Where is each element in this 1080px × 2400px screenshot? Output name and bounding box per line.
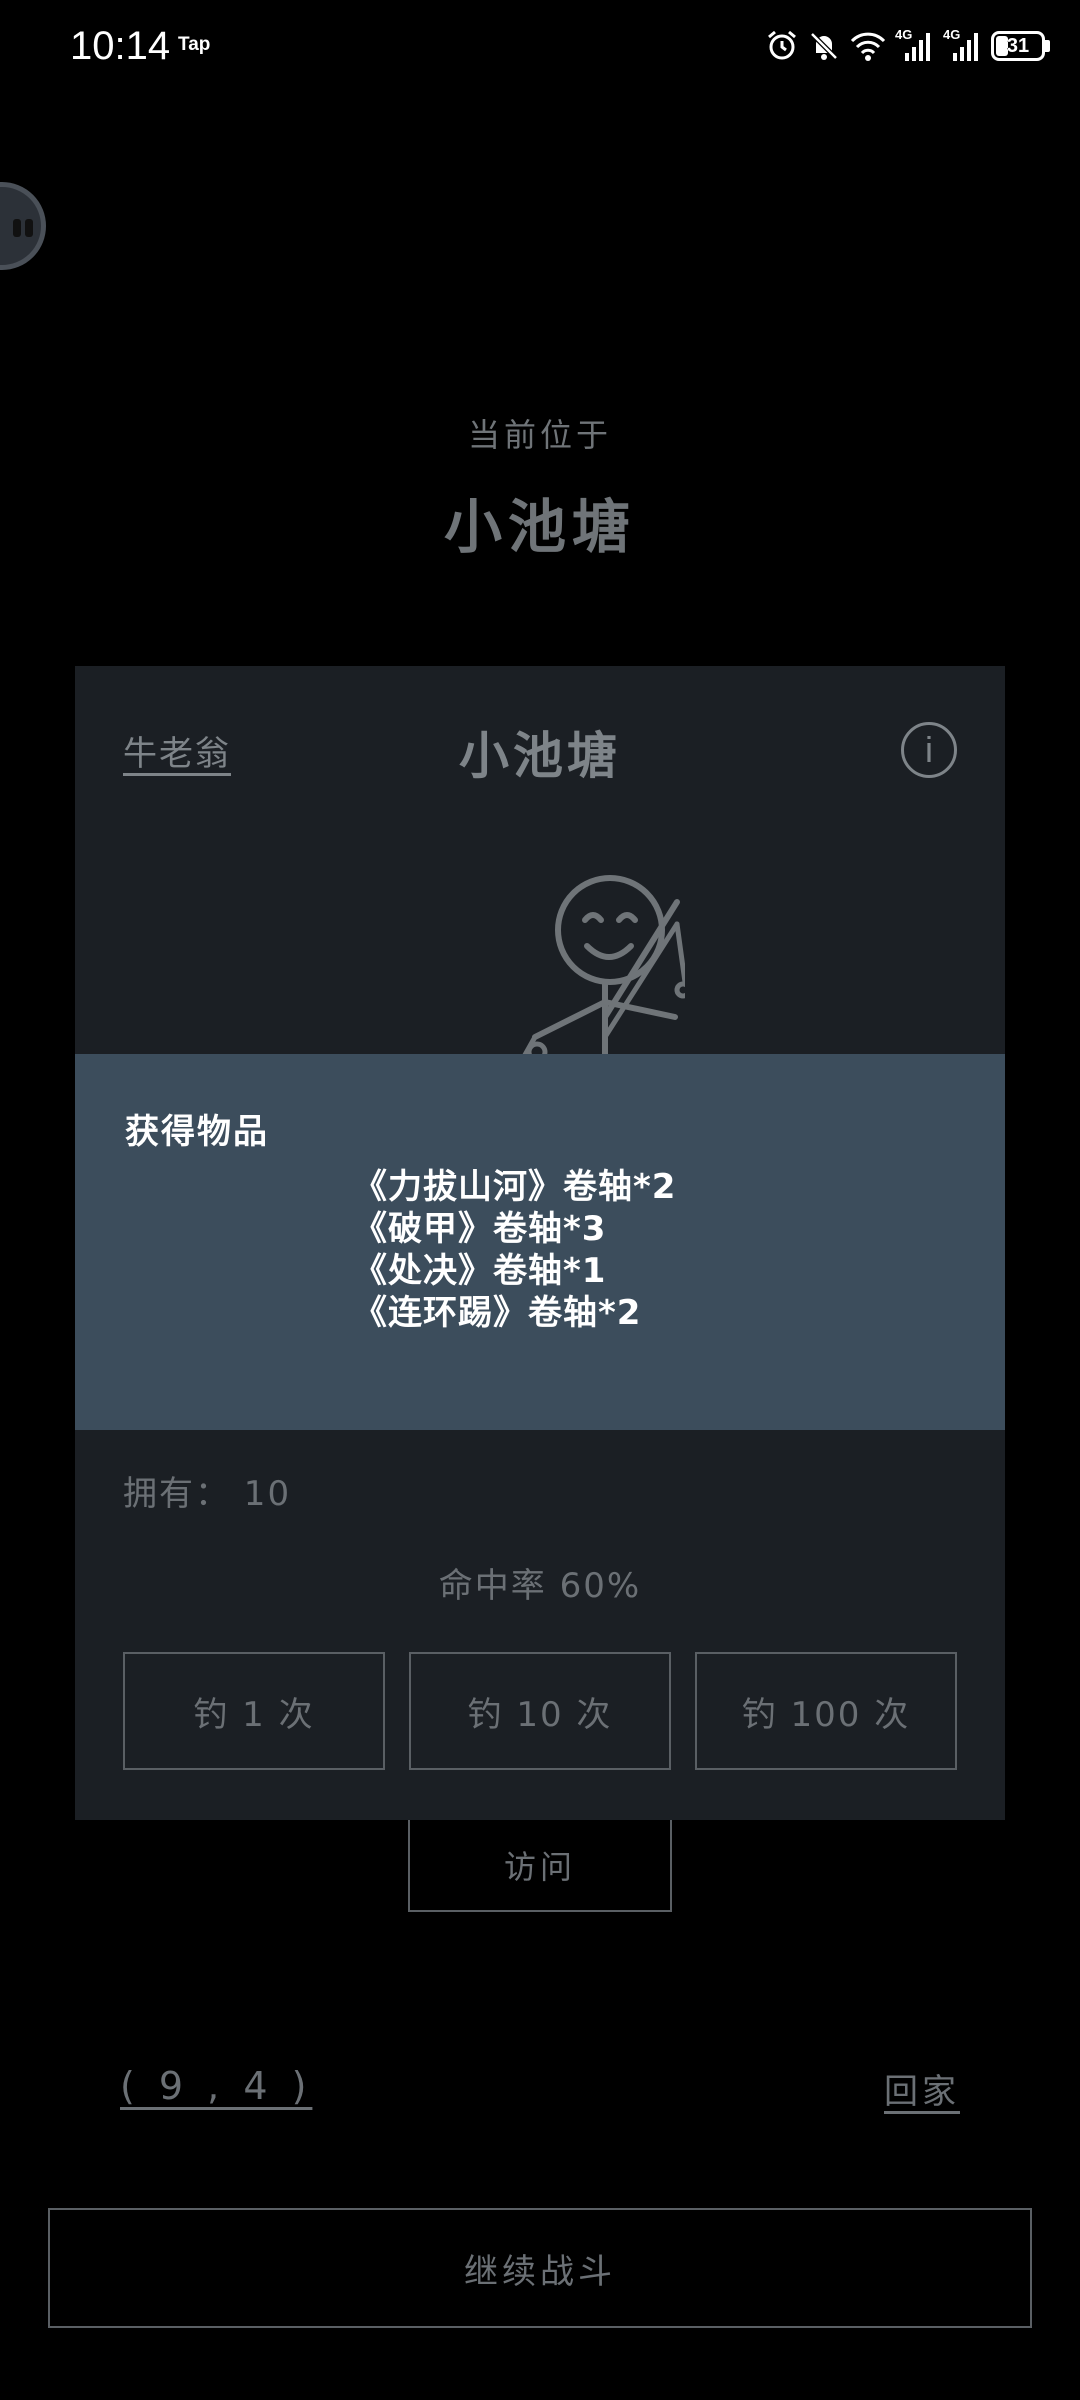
home-link[interactable]: 回家 (884, 2064, 960, 2113)
hit-rate: 命中率 60% (438, 1566, 642, 1606)
info-button[interactable]: i (901, 722, 957, 778)
visit-button[interactable]: 访问 (408, 1820, 672, 1912)
popup-title: 获得物品 (125, 1112, 269, 1152)
fisherman-illustration (455, 862, 692, 1066)
fish-1-button[interactable]: 钓 1 次 (123, 1652, 385, 1770)
list-item: 《破甲》卷轴*3 (353, 1209, 607, 1249)
tap-badge: Tap (178, 34, 211, 55)
list-item: 《连环踢》卷轴*2 (353, 1293, 642, 1333)
owned-count: 拥有： 10 (123, 1474, 292, 1514)
card-title: 小池塘 (459, 726, 621, 785)
items-obtained-popup[interactable]: 获得物品 《力拔山河》卷轴*2 《破甲》卷轴*3 《处决》卷轴*1 《连环踢》卷… (75, 1054, 1005, 1430)
status-time: 10:14 (70, 24, 171, 68)
info-icon: i (925, 729, 933, 770)
fish-100-button[interactable]: 钓 100 次 (695, 1652, 957, 1770)
cell-signal-icon: 4G (895, 27, 935, 63)
obtained-items-list: 《力拔山河》卷轴*2 《破甲》卷轴*3 《处决》卷轴*1 《连环踢》卷轴*2 (353, 1166, 973, 1334)
cell-signal-icon-2: 4G (943, 27, 983, 63)
floating-assistant-bubble[interactable] (0, 182, 46, 270)
status-icons: 4G 4G 31 (765, 26, 1050, 66)
location-name: 小池塘 (443, 493, 636, 561)
location-caption: 当前位于 (467, 416, 612, 454)
battery-icon: 31 (991, 31, 1050, 61)
list-item: 《力拔山河》卷轴*2 (353, 1167, 677, 1207)
battery-level: 31 (1006, 34, 1030, 57)
coordinates-link[interactable]: ( 9 , 4 ) (120, 2064, 312, 2108)
mute-bell-icon (807, 29, 841, 63)
wifi-icon (849, 29, 887, 63)
fish-10-button[interactable]: 钓 10 次 (409, 1652, 671, 1770)
list-item: 《处决》卷轴*1 (353, 1251, 607, 1291)
status-bar: 10:14 Tap 4G 4G 31 (0, 0, 1080, 96)
continue-battle-button[interactable]: 继续战斗 (48, 2208, 1032, 2328)
alarm-icon (765, 29, 799, 63)
